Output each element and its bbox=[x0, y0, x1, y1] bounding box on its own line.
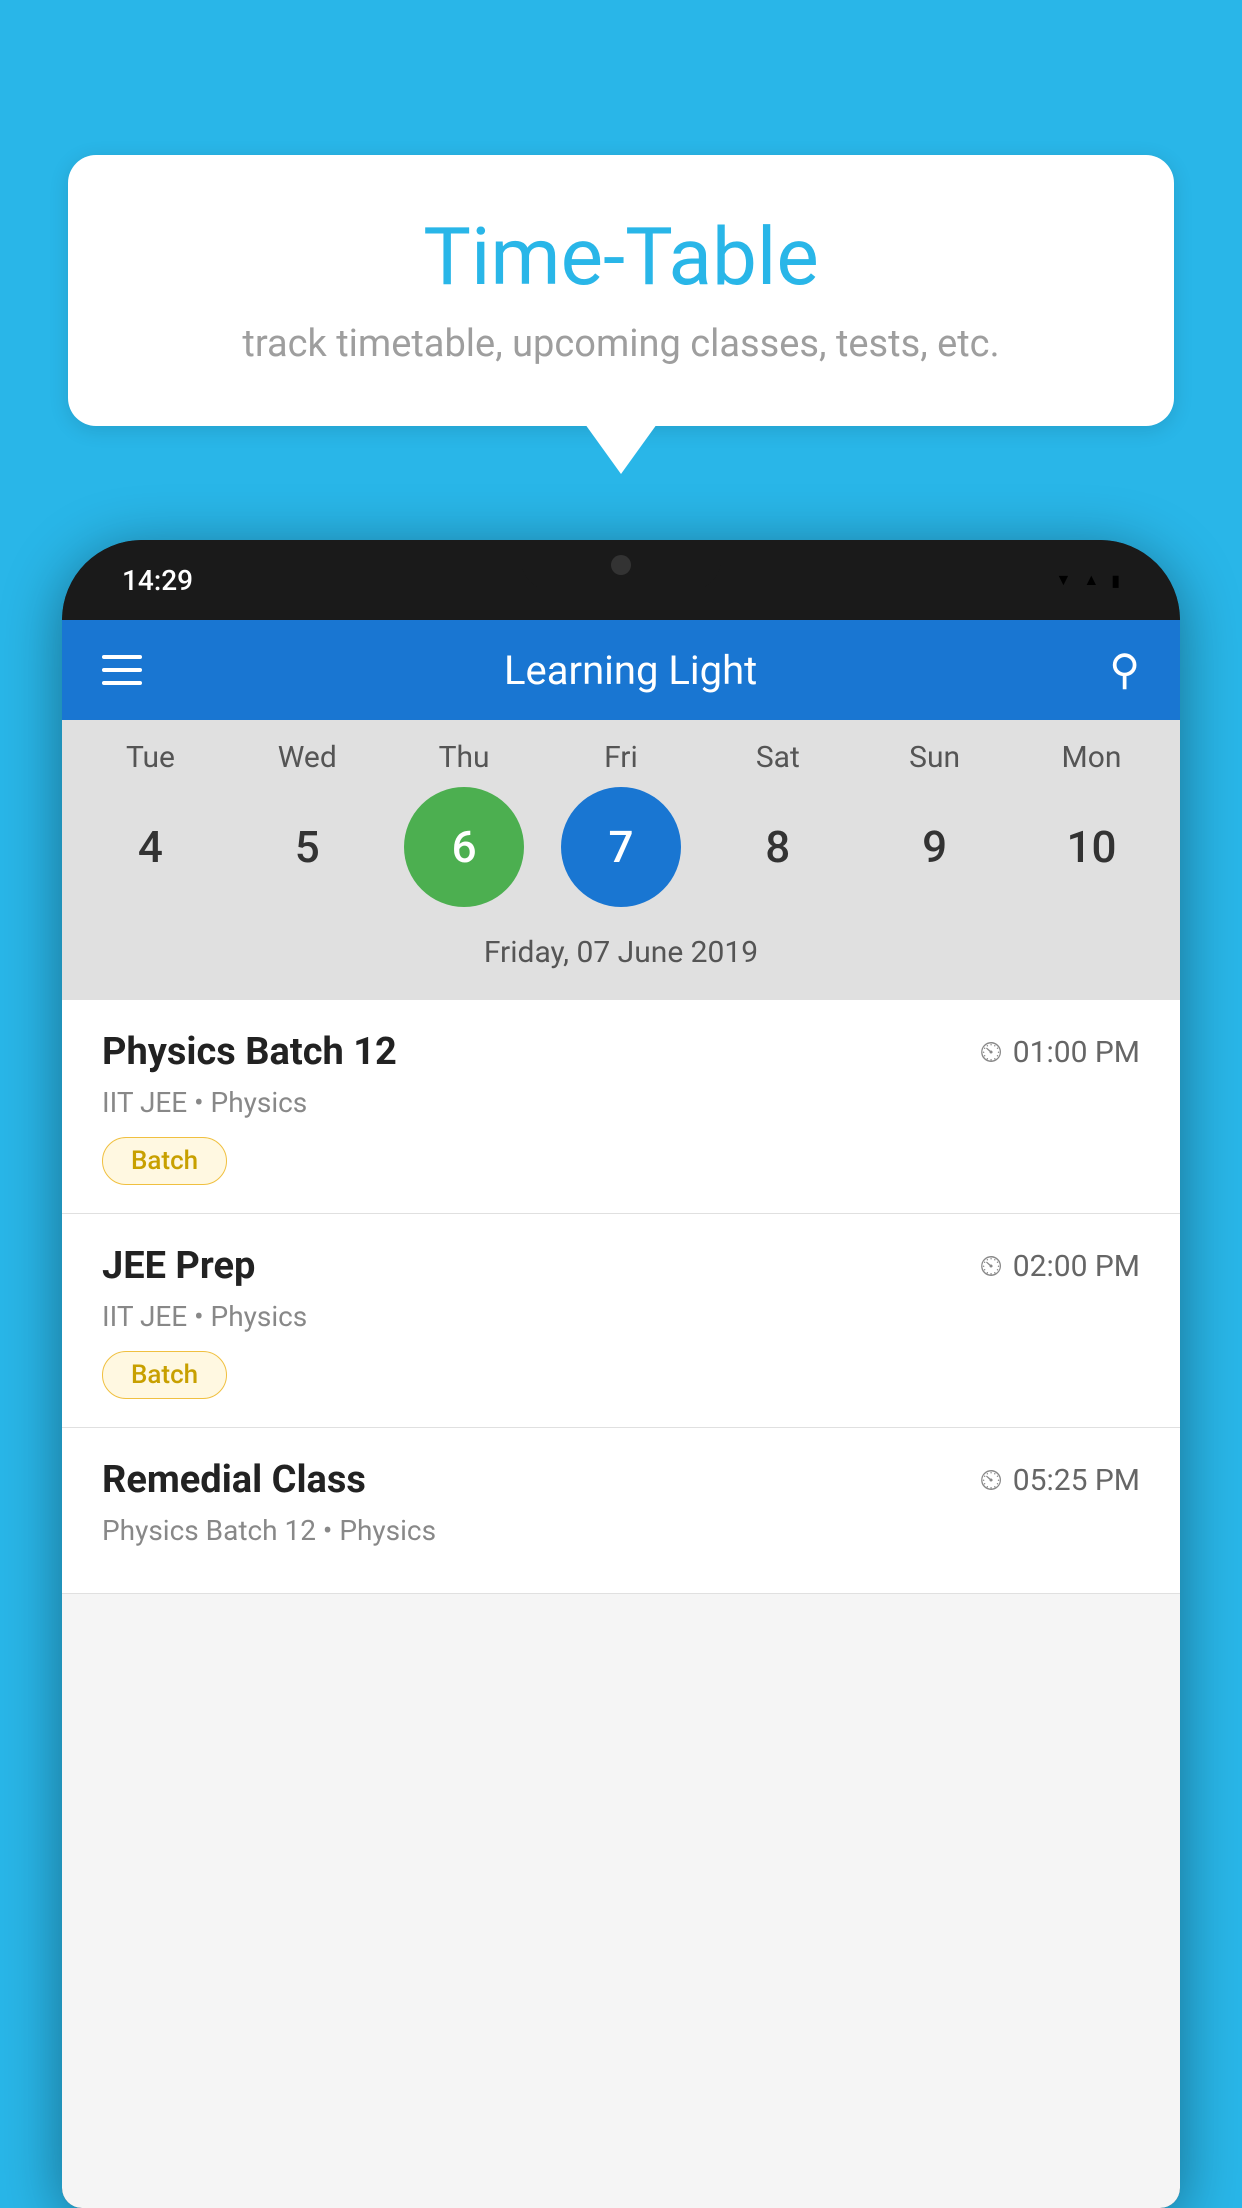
time-value-1: 01:00 PM bbox=[1013, 1035, 1140, 1070]
date-10[interactable]: 10 bbox=[1031, 787, 1151, 907]
schedule-item-3-header: Remedial Class ⏲ 05:25 PM bbox=[102, 1458, 1140, 1502]
schedule-time-1: ⏲ 01:00 PM bbox=[979, 1035, 1140, 1070]
selected-date-label: Friday, 07 June 2019 bbox=[62, 927, 1180, 990]
day-sat: Sat bbox=[718, 740, 838, 775]
calendar-strip: Tue Wed Thu Fri Sat Sun Mon 4 5 6 7 8 9 … bbox=[62, 720, 1180, 1000]
schedule-subtitle-1: IIT JEE • Physics bbox=[102, 1086, 1140, 1119]
schedule-item-2-header: JEE Prep ⏲ 02:00 PM bbox=[102, 1244, 1140, 1288]
date-4[interactable]: 4 bbox=[90, 787, 210, 907]
day-fri: Fri bbox=[561, 740, 681, 775]
day-thu: Thu bbox=[404, 740, 524, 775]
date-9[interactable]: 9 bbox=[875, 787, 995, 907]
day-tue: Tue bbox=[90, 740, 210, 775]
schedule-item-3[interactable]: Remedial Class ⏲ 05:25 PM Physics Batch … bbox=[62, 1428, 1180, 1594]
schedule-subtitle-2: IIT JEE • Physics bbox=[102, 1300, 1140, 1333]
day-sun: Sun bbox=[875, 740, 995, 775]
notch bbox=[521, 540, 721, 590]
schedule-time-2: ⏲ 02:00 PM bbox=[979, 1249, 1140, 1284]
day-wed: Wed bbox=[247, 740, 367, 775]
schedule-time-3: ⏲ 05:25 PM bbox=[979, 1463, 1140, 1498]
date-6-today[interactable]: 6 bbox=[404, 787, 524, 907]
batch-tag-1: Batch bbox=[102, 1137, 227, 1185]
app-header: Learning Light ⚲ bbox=[62, 620, 1180, 720]
clock-icon-1: ⏲ bbox=[979, 1035, 1002, 1070]
status-bar: 14:29 ▼ ▲ ▮ bbox=[62, 540, 1180, 620]
schedule-title-2: JEE Prep bbox=[102, 1244, 255, 1288]
status-time: 14:29 bbox=[122, 564, 193, 597]
dates-row: 4 5 6 7 8 9 10 bbox=[62, 787, 1180, 927]
schedule-item-1-header: Physics Batch 12 ⏲ 01:00 PM bbox=[102, 1030, 1140, 1074]
time-value-2: 02:00 PM bbox=[1013, 1249, 1140, 1284]
days-header: Tue Wed Thu Fri Sat Sun Mon bbox=[62, 740, 1180, 775]
day-mon: Mon bbox=[1031, 740, 1151, 775]
speech-bubble: Time-Table track timetable, upcoming cla… bbox=[68, 155, 1174, 426]
schedule-subtitle-3: Physics Batch 12 • Physics bbox=[102, 1514, 1140, 1547]
time-value-3: 05:25 PM bbox=[1013, 1463, 1140, 1498]
date-8[interactable]: 8 bbox=[718, 787, 838, 907]
wifi-icon: ▼ bbox=[1056, 570, 1072, 590]
search-button[interactable]: ⚲ bbox=[1109, 645, 1140, 695]
status-icons: ▼ ▲ ▮ bbox=[1056, 570, 1121, 590]
signal-icon: ▲ bbox=[1083, 570, 1099, 590]
speech-bubble-container: Time-Table track timetable, upcoming cla… bbox=[68, 155, 1174, 426]
schedule-item-2[interactable]: JEE Prep ⏲ 02:00 PM IIT JEE • Physics Ba… bbox=[62, 1214, 1180, 1428]
menu-button[interactable] bbox=[102, 655, 142, 685]
date-5[interactable]: 5 bbox=[247, 787, 367, 907]
schedule-title-1: Physics Batch 12 bbox=[102, 1030, 397, 1074]
camera bbox=[611, 555, 631, 575]
schedule-list: Physics Batch 12 ⏲ 01:00 PM IIT JEE • Ph… bbox=[62, 1000, 1180, 1594]
main-subtitle: track timetable, upcoming classes, tests… bbox=[128, 322, 1114, 366]
date-7-selected[interactable]: 7 bbox=[561, 787, 681, 907]
phone-screen: Learning Light ⚲ Tue Wed Thu Fri Sat Sun… bbox=[62, 620, 1180, 2208]
clock-icon-2: ⏲ bbox=[979, 1249, 1002, 1284]
battery-icon: ▮ bbox=[1111, 571, 1120, 590]
batch-tag-2: Batch bbox=[102, 1351, 227, 1399]
app-title: Learning Light bbox=[182, 647, 1079, 694]
schedule-title-3: Remedial Class bbox=[102, 1458, 366, 1502]
main-title: Time-Table bbox=[128, 210, 1114, 304]
clock-icon-3: ⏲ bbox=[979, 1463, 1002, 1498]
schedule-item-1[interactable]: Physics Batch 12 ⏲ 01:00 PM IIT JEE • Ph… bbox=[62, 1000, 1180, 1214]
phone-frame: 14:29 ▼ ▲ ▮ Learning Light ⚲ Tue Wed Thu… bbox=[62, 540, 1180, 2208]
